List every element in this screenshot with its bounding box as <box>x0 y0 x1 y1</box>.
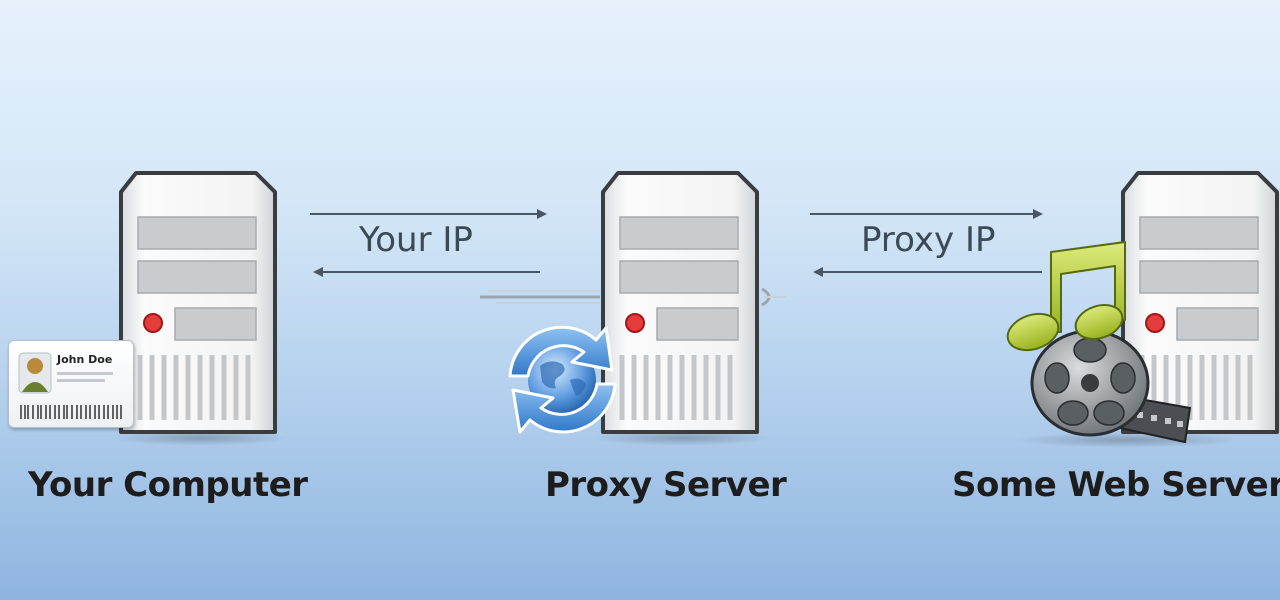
node-label-your-computer: Your Computer <box>28 465 308 505</box>
refresh-globe-icon <box>508 325 617 434</box>
connection-your-ip: Your IP <box>305 200 555 280</box>
connection-label: Proxy IP <box>861 220 996 260</box>
connection-label: Your IP <box>359 220 473 260</box>
node-label-proxy-server: Proxy Server <box>545 465 787 505</box>
id-card-name: John Doe <box>57 353 113 366</box>
music-note-icon <box>1006 241 1126 352</box>
id-card-icon: John Doe <box>8 340 134 428</box>
proxy-diagram: Your IP Proxy IP John Doe Your Computer … <box>0 0 1280 600</box>
your-computer-server-icon <box>118 170 278 435</box>
node-label-web-server: Some Web Server <box>952 465 1280 505</box>
